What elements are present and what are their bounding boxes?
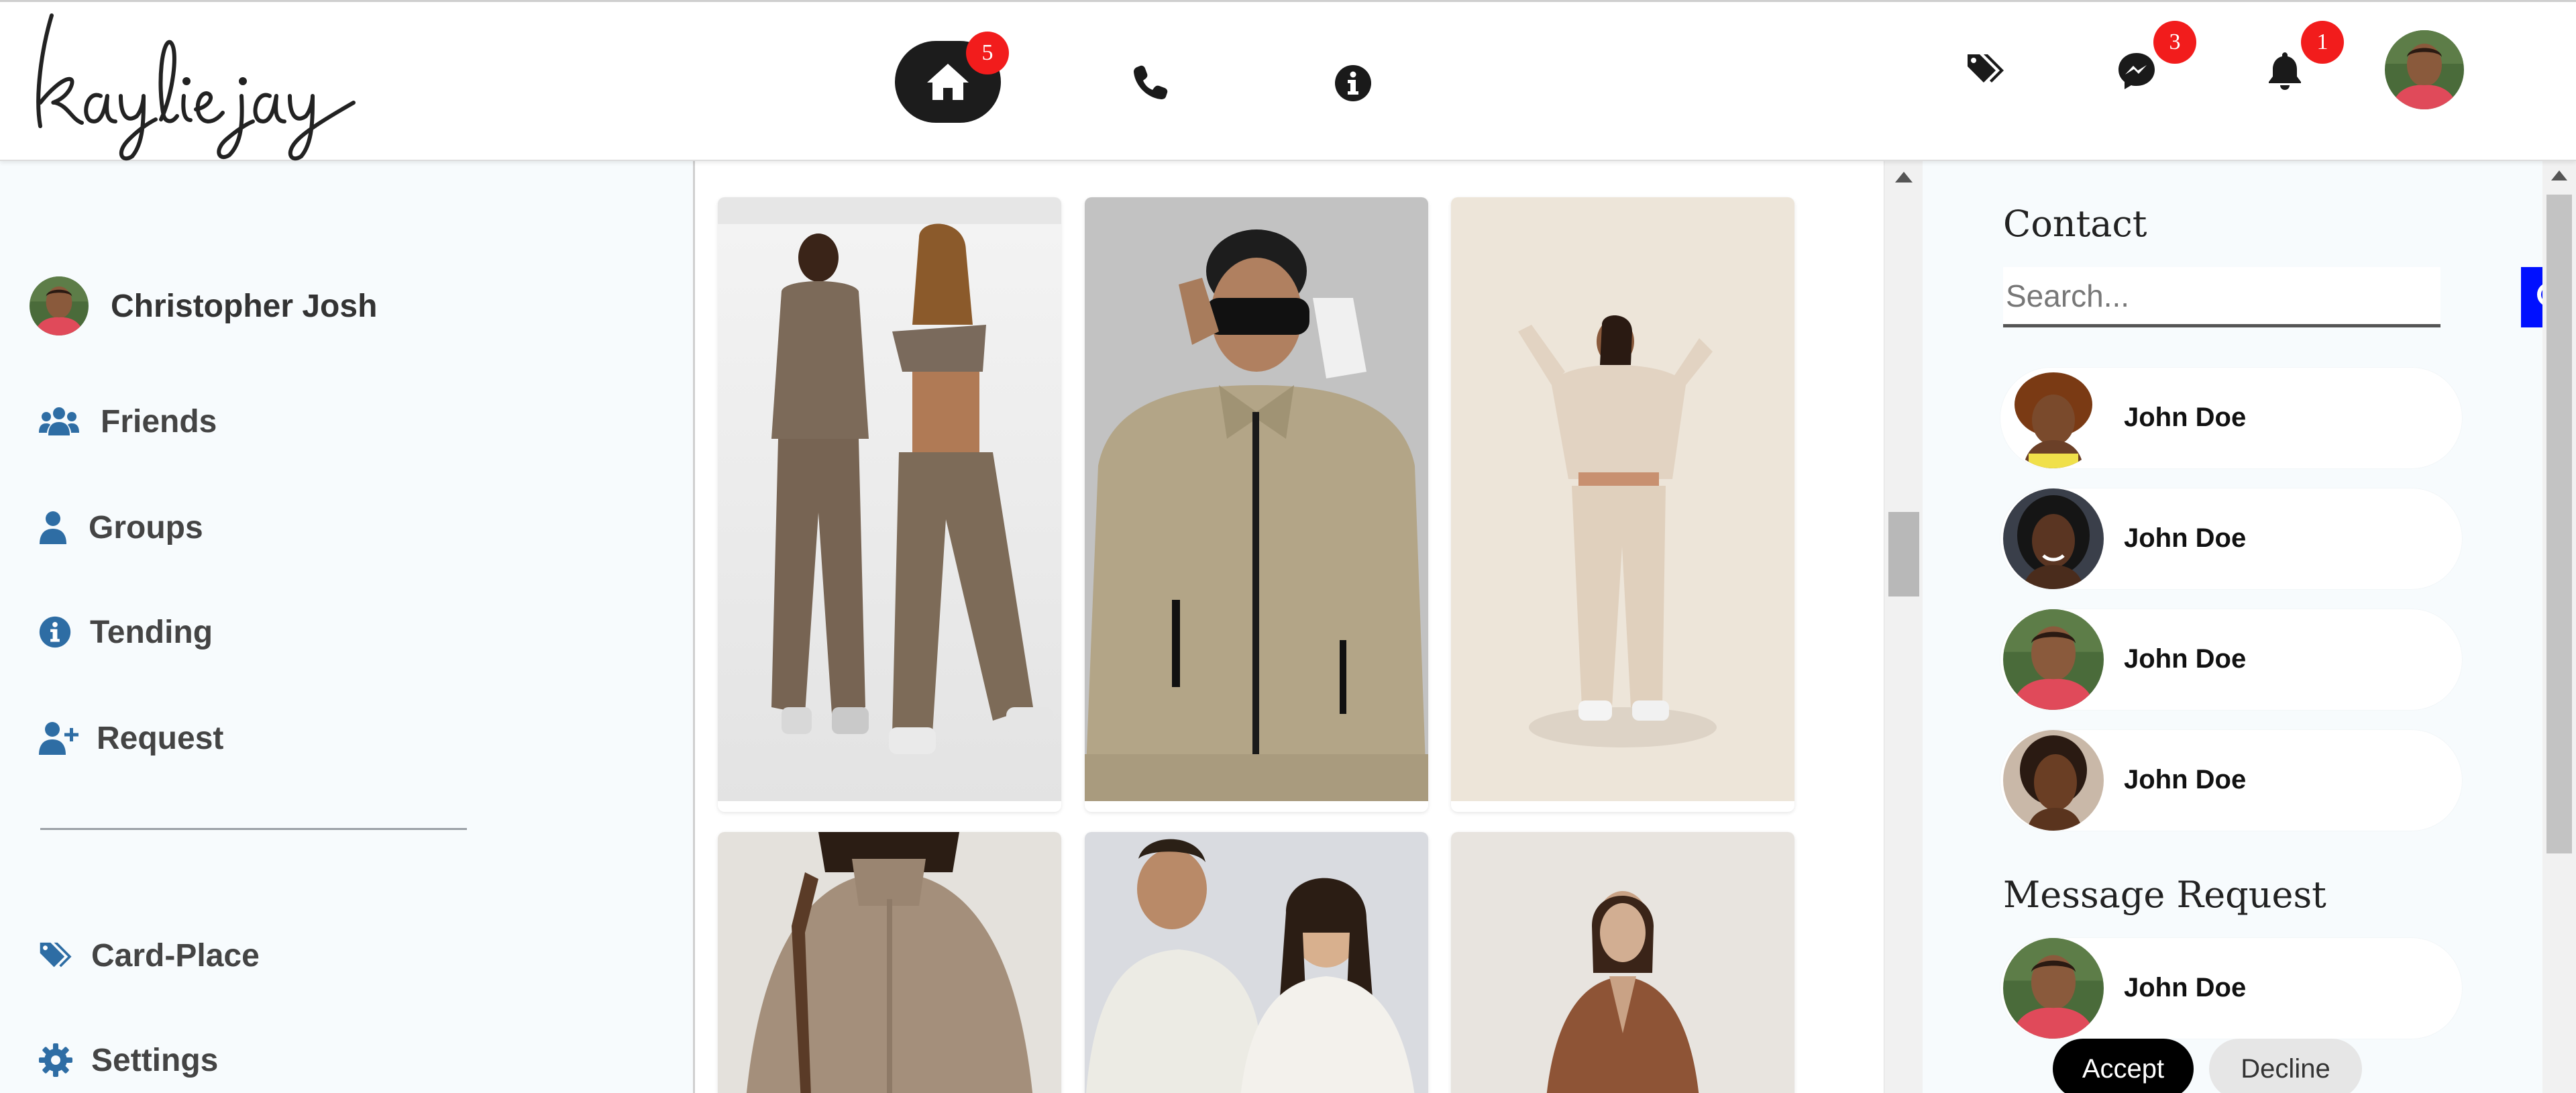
info-icon <box>39 613 71 651</box>
scrollbar-thumb[interactable] <box>2546 195 2572 853</box>
contact-item[interactable]: John Doe <box>2000 730 2462 831</box>
info-icon <box>1335 65 1371 101</box>
user-avatar[interactable] <box>2385 30 2464 109</box>
sidebar-item-groups[interactable]: Groups <box>39 509 203 546</box>
users-icon <box>39 403 82 440</box>
contact-name: John Doe <box>2124 403 2247 432</box>
contact-avatar <box>2003 368 2104 468</box>
search-input[interactable] <box>2003 267 2440 327</box>
phone-icon <box>1134 65 1168 99</box>
home-icon <box>927 64 969 100</box>
sidebar-item-card-place[interactable]: Card-Place <box>39 937 260 974</box>
sidebar-item-label: Request <box>97 720 224 756</box>
post-card[interactable] <box>1451 832 1794 1093</box>
contact-title: Contact <box>2003 203 2147 245</box>
sidebar-item-label: Card-Place <box>91 937 260 974</box>
tags-icon <box>1968 54 2004 83</box>
message-request-item[interactable]: John Doe <box>2000 938 2462 1039</box>
bell-icon <box>2269 52 2301 90</box>
contact-name: John Doe <box>2124 523 2247 553</box>
nav-notifications-button[interactable] <box>2265 49 2305 93</box>
request-avatar <box>2003 938 2104 1039</box>
nav-phone-button[interactable] <box>1127 60 1174 104</box>
profile-name: Christopher Josh <box>111 288 378 324</box>
contact-avatar <box>2003 488 2104 589</box>
post-card[interactable] <box>1085 832 1428 1093</box>
sidebar-item-tending[interactable]: Tending <box>39 613 213 651</box>
decline-button[interactable]: Decline <box>2209 1039 2362 1093</box>
post-card[interactable] <box>718 197 1061 812</box>
sidebar-item-settings[interactable]: Settings <box>39 1041 218 1079</box>
sidebar-item-request[interactable]: Request <box>39 719 223 757</box>
sidebar-item-label: Settings <box>91 1042 219 1078</box>
post-card[interactable] <box>718 832 1061 1093</box>
feed-scrollbar[interactable] <box>1884 161 1923 1093</box>
user-icon <box>39 509 71 546</box>
brand-logo[interactable] <box>15 2 364 163</box>
notifications-badge: 1 <box>2301 21 2344 64</box>
post-image <box>718 197 1061 801</box>
user-plus-icon <box>39 719 82 757</box>
sidebar-item-label: Tending <box>90 614 213 650</box>
post-image <box>1451 832 1794 1093</box>
tags-icon <box>39 937 76 974</box>
request-name: John Doe <box>2124 973 2247 1002</box>
contact-item[interactable]: John Doe <box>2000 368 2462 468</box>
nav-messenger-button[interactable] <box>2114 49 2159 93</box>
messenger-icon <box>2118 53 2155 89</box>
contact-name: John Doe <box>2124 644 2247 674</box>
post-image <box>1085 197 1428 801</box>
scrollbar-thumb[interactable] <box>1888 512 1919 596</box>
page-scrollbar[interactable] <box>2542 161 2576 1093</box>
post-image <box>718 832 1061 1093</box>
messenger-badge: 3 <box>2153 21 2196 64</box>
sidebar-profile[interactable]: Christopher Josh <box>30 276 377 335</box>
contact-search <box>2003 267 2576 329</box>
home-badge: 5 <box>966 32 1009 74</box>
sidebar-item-label: Friends <box>101 403 217 439</box>
accept-button[interactable]: Accept <box>2053 1039 2194 1093</box>
contact-name: John Doe <box>2124 765 2247 794</box>
post-card[interactable] <box>1451 197 1794 812</box>
message-request-title: Message Request <box>2003 874 2326 916</box>
sidebar-item-label: Groups <box>89 509 203 545</box>
right-sidebar: Contact John Doe <box>1923 161 2576 1093</box>
profile-avatar <box>30 276 89 335</box>
contact-avatar <box>2003 609 2104 710</box>
nav-tags-button[interactable] <box>1963 48 2010 91</box>
contact-avatar <box>2003 730 2104 831</box>
post-image <box>1451 197 1794 801</box>
scroll-up-arrow[interactable] <box>1895 172 1913 183</box>
nav-info-button[interactable] <box>1330 61 1377 105</box>
gear-icon <box>39 1041 76 1079</box>
sidebar-divider <box>40 828 467 830</box>
contact-item[interactable]: John Doe <box>2000 488 2462 589</box>
contact-item[interactable]: John Doe <box>2000 609 2462 710</box>
post-card[interactable] <box>1085 197 1428 812</box>
post-image <box>1085 832 1428 1093</box>
top-header: 5 3 1 <box>0 0 2576 161</box>
scroll-up-arrow[interactable] <box>2551 170 2567 180</box>
sidebar-item-friends[interactable]: Friends <box>39 403 217 440</box>
